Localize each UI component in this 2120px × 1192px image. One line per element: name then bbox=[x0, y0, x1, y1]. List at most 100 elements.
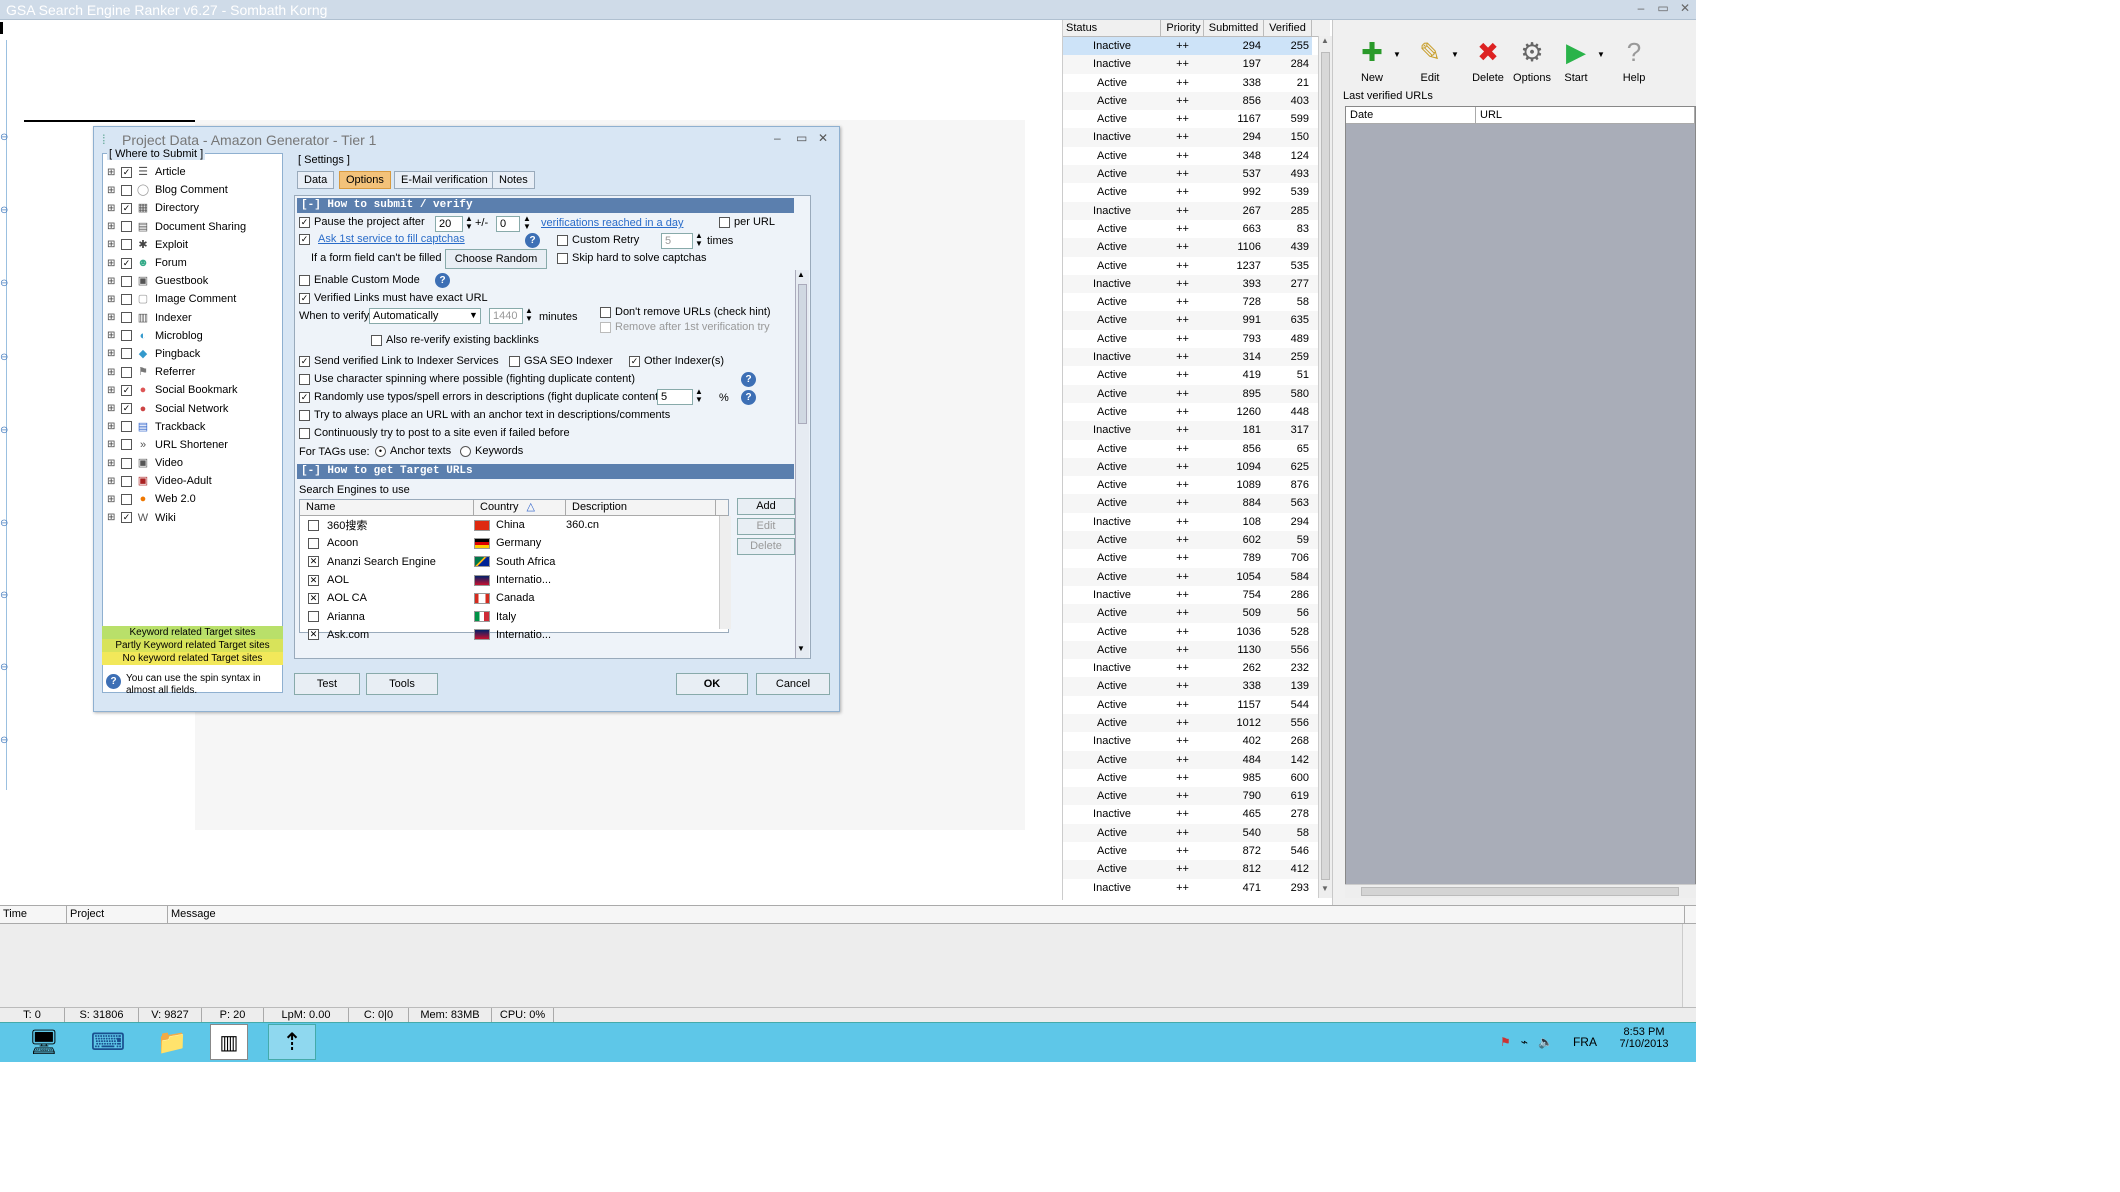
se-add-button[interactable]: Add bbox=[737, 498, 795, 515]
char-spin-checkbox[interactable] bbox=[299, 373, 310, 385]
tree-item-guestbook[interactable]: ⊞ ▣ Guestbook bbox=[103, 272, 282, 290]
se-checkbox[interactable]: ✕ bbox=[308, 629, 319, 641]
se-row[interactable]: 360搜索 China 360.cn bbox=[300, 516, 728, 534]
table-row[interactable]: Active ++ 793 489 bbox=[1063, 330, 1330, 348]
anchor-texts-radio[interactable]: • bbox=[375, 445, 386, 457]
table-row[interactable]: Active ++ 1157 544 bbox=[1063, 696, 1330, 714]
col-status[interactable]: Status bbox=[1063, 20, 1161, 36]
table-row[interactable]: Active ++ 1089 876 bbox=[1063, 476, 1330, 494]
col-project[interactable]: Project bbox=[67, 906, 168, 923]
captcha-help-icon[interactable]: ? bbox=[525, 233, 540, 248]
hscroll-thumb[interactable] bbox=[1361, 887, 1679, 896]
options-scrollbar[interactable]: ▲ ▼ bbox=[795, 270, 809, 658]
start-button[interactable]: ▶ Start bbox=[1551, 34, 1601, 85]
minimize-button[interactable]: – bbox=[1630, 1, 1652, 15]
tree-checkbox[interactable]: ✓ bbox=[121, 257, 132, 269]
table-row[interactable]: Active ++ 1094 625 bbox=[1063, 457, 1330, 477]
options-button[interactable]: ⚙ Options bbox=[1507, 34, 1557, 85]
table-row[interactable]: Inactive ++ 197 284 bbox=[1063, 55, 1330, 74]
table-row[interactable]: Inactive ++ 314 259 bbox=[1063, 348, 1330, 367]
help-button[interactable]: ? Help bbox=[1609, 34, 1659, 85]
tree-checkbox[interactable]: ✓ bbox=[121, 403, 132, 415]
col-name[interactable]: Name bbox=[300, 500, 474, 515]
col-time[interactable]: Time bbox=[0, 906, 67, 923]
tree-expander[interactable]: ⊖ bbox=[0, 132, 8, 143]
minutes-spinner[interactable]: ▲ ▼ bbox=[525, 307, 533, 323]
table-row[interactable]: Active ++ 856 65 bbox=[1063, 440, 1330, 458]
tree-checkbox[interactable] bbox=[121, 475, 132, 487]
se-edit-button[interactable]: Edit bbox=[737, 518, 795, 535]
tree-expander[interactable]: ⊖ bbox=[0, 352, 8, 363]
remove-after-checkbox[interactable] bbox=[600, 321, 611, 333]
tree-checkbox[interactable] bbox=[121, 439, 132, 451]
start-dropdown-icon[interactable]: ▼ bbox=[1597, 50, 1605, 59]
new-dropdown-icon[interactable]: ▼ bbox=[1393, 50, 1401, 59]
tree-checkbox[interactable] bbox=[121, 312, 132, 324]
table-row[interactable]: Inactive ++ 294 150 bbox=[1063, 128, 1330, 147]
col-date[interactable]: Date bbox=[1346, 107, 1476, 123]
chevron-down-icon[interactable]: ▼ bbox=[469, 310, 478, 320]
options-scroll-down-icon[interactable]: ▼ bbox=[797, 644, 805, 653]
pause-spinner[interactable]: ▲ ▼ bbox=[465, 215, 473, 231]
expand-plus-icon[interactable]: ⊞ bbox=[107, 258, 121, 269]
options-scroll-up-icon[interactable]: ▲ bbox=[797, 270, 805, 279]
when-verify-select[interactable]: Automatically bbox=[369, 308, 481, 324]
tree-checkbox[interactable] bbox=[121, 184, 132, 196]
tree-item-social-network[interactable]: ⊞ ✓ ● Social Network bbox=[103, 399, 282, 417]
server-manager-icon[interactable]: 🖥 bbox=[20, 1024, 68, 1060]
tree-item-indexer[interactable]: ⊞ ▥ Indexer bbox=[103, 309, 282, 327]
tree-item-trackback[interactable]: ⊞ ▤ Trackback bbox=[103, 418, 282, 436]
variance-spinner[interactable]: ▲ ▼ bbox=[523, 215, 531, 231]
other-indexer-checkbox[interactable]: ✓ bbox=[629, 355, 640, 367]
table-row[interactable]: Active ++ 1054 584 bbox=[1063, 567, 1330, 586]
table-row[interactable]: Active ++ 419 51 bbox=[1063, 366, 1330, 384]
tree-item-referrer[interactable]: ⊞ ⚑ Referrer bbox=[103, 363, 282, 381]
expand-plus-icon[interactable]: ⊞ bbox=[107, 167, 121, 178]
expand-plus-icon[interactable]: ⊞ bbox=[107, 330, 121, 341]
tree-item-wiki[interactable]: ⊞ ✓ W Wiki bbox=[103, 509, 282, 527]
typos-spinner[interactable]: ▲ ▼ bbox=[695, 388, 703, 404]
tree-item-forum[interactable]: ⊞ ✓ ☻ Forum bbox=[103, 254, 282, 272]
scroll-down-icon[interactable]: ▼ bbox=[1321, 884, 1329, 893]
per-url-checkbox[interactable] bbox=[719, 216, 730, 228]
expand-plus-icon[interactable]: ⊞ bbox=[107, 458, 121, 469]
se-checkbox[interactable] bbox=[308, 611, 319, 623]
table-row[interactable]: Active ++ 1260 448 bbox=[1063, 403, 1330, 421]
tree-checkbox[interactable] bbox=[121, 239, 132, 251]
tree-checkbox[interactable]: ✓ bbox=[121, 512, 132, 524]
options-scroll-thumb[interactable] bbox=[798, 284, 807, 424]
typos-help-icon[interactable]: ? bbox=[741, 390, 756, 405]
network-tray-icon[interactable]: ⌁ bbox=[1521, 1035, 1528, 1049]
dialog-close-button[interactable]: ✕ bbox=[818, 131, 828, 145]
tree-item-directory[interactable]: ⊞ ✓ ▦ Directory bbox=[103, 199, 282, 217]
expand-plus-icon[interactable]: ⊞ bbox=[107, 312, 121, 323]
tree-expander[interactable]: ⊖ bbox=[0, 205, 8, 216]
table-row[interactable]: Inactive ++ 754 286 bbox=[1063, 586, 1330, 604]
expand-plus-icon[interactable]: ⊞ bbox=[107, 294, 121, 305]
char-spin-help-icon[interactable]: ? bbox=[741, 372, 756, 387]
tree-checkbox[interactable] bbox=[121, 221, 132, 233]
retry-count-input[interactable]: 5 bbox=[661, 233, 693, 249]
col-description[interactable]: Description bbox=[566, 500, 716, 515]
retry-spinner[interactable]: ▲ ▼ bbox=[695, 232, 703, 248]
se-table-scrollbar[interactable] bbox=[719, 516, 731, 629]
anchor-url-checkbox[interactable] bbox=[299, 409, 310, 421]
delete-button[interactable]: ✖ Delete bbox=[1463, 34, 1513, 85]
table-row[interactable]: Inactive ++ 465 278 bbox=[1063, 805, 1330, 823]
tree-item-video-adult[interactable]: ⊞ ▣ Video-Adult bbox=[103, 472, 282, 490]
tree-checkbox[interactable] bbox=[121, 330, 132, 342]
app-barcode-icon[interactable]: ▥ bbox=[210, 1024, 248, 1060]
table-row[interactable]: Active ++ 1237 535 bbox=[1063, 257, 1330, 275]
table-row[interactable]: Active ++ 484 142 bbox=[1063, 750, 1330, 769]
skip-hard-checkbox[interactable] bbox=[557, 252, 568, 264]
table-row[interactable]: Active ++ 884 563 bbox=[1063, 494, 1330, 513]
se-checkbox[interactable]: ✕ bbox=[308, 592, 319, 604]
col-country[interactable]: Country △ bbox=[474, 500, 566, 515]
table-row[interactable]: Inactive ++ 402 268 bbox=[1063, 732, 1330, 750]
custom-mode-help-icon[interactable]: ? bbox=[435, 273, 450, 288]
se-row[interactable]: ✕ AOL Internatio... bbox=[300, 571, 728, 589]
tree-checkbox[interactable]: ✓ bbox=[121, 166, 132, 178]
table-row[interactable]: Active ++ 540 58 bbox=[1063, 823, 1330, 843]
expand-plus-icon[interactable]: ⊞ bbox=[107, 476, 121, 487]
table-row[interactable]: Active ++ 338 139 bbox=[1063, 677, 1330, 696]
